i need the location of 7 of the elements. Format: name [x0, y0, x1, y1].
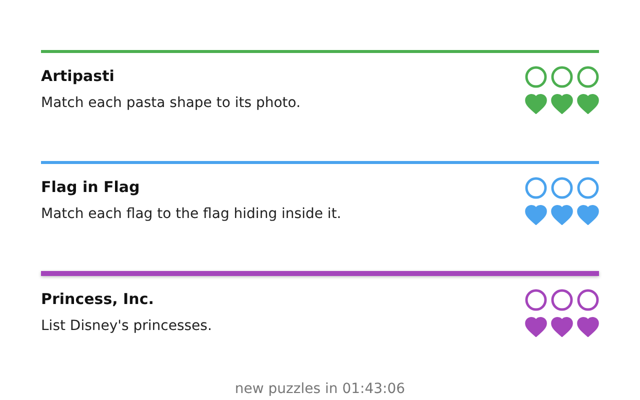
puzzle-title[interactable]: Flag in Flag [41, 174, 342, 199]
puzzle-description: List Disney's princesses. [41, 317, 212, 336]
puzzle-description: Match each pasta shape to its photo. [41, 94, 301, 113]
puzzle-title[interactable]: Artipasti [41, 64, 301, 88]
puzzle-description: Match each flag to the flag hiding inside it. [41, 204, 342, 224]
countdown-text: new puzzles in 01:43:06 [234, 380, 406, 400]
puzzle-title[interactable]: Princess, Inc. [41, 287, 212, 312]
